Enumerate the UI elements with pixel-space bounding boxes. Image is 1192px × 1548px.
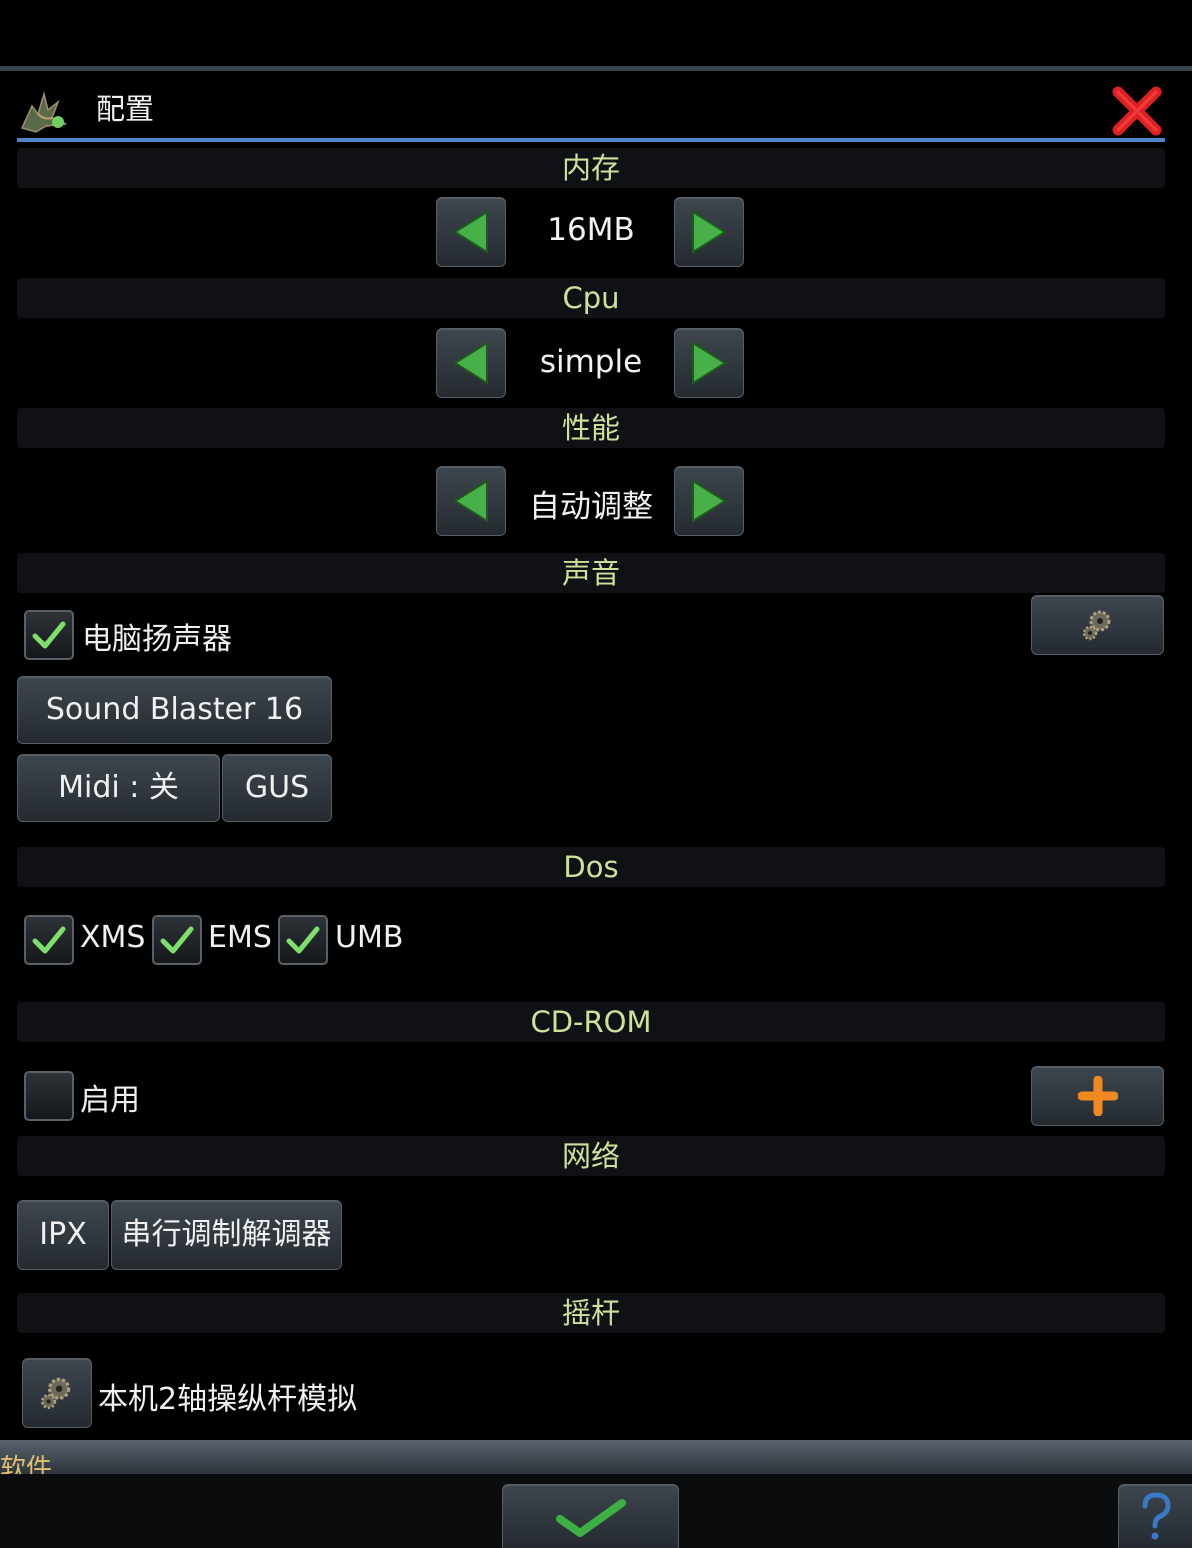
performance-increase-button[interactable] [674,466,744,536]
section-header-cpu: Cpu [17,278,1165,318]
section-header-performance: 性能 [17,408,1165,448]
ems-checkbox[interactable] [152,915,202,965]
title-underline [17,138,1165,142]
checkmark-icon [32,926,66,954]
arrow-right-icon [692,341,727,385]
software-tab-label[interactable]: 软件 [0,1448,52,1474]
plus-icon [1077,1076,1118,1116]
question-mark-icon [1142,1491,1171,1539]
close-icon[interactable] [1108,82,1166,140]
section-header-memory: 内存 [17,148,1165,188]
confirm-button[interactable] [502,1484,679,1548]
checkmark-icon [555,1498,626,1537]
cpu-decrease-button[interactable] [436,328,506,398]
arrow-left-icon [453,210,488,254]
memory-decrease-button[interactable] [436,197,506,267]
dialog-title: 配置 [96,92,155,126]
arrow-right-icon [692,479,727,523]
performance-value: 自动调整 [529,489,653,525]
top-divider [0,66,1192,71]
memory-increase-button[interactable] [674,197,744,267]
section-header-network: 网络 [17,1136,1165,1176]
cdrom-enable-label: 启用 [80,1083,140,1118]
cpu-increase-button[interactable] [674,328,744,398]
section-header-sound: 声音 [17,553,1165,593]
sound-blaster-button[interactable]: Sound Blaster 16 [17,676,332,744]
sound-settings-button[interactable] [1031,595,1164,655]
gus-button[interactable]: GUS [222,754,332,822]
section-header-joystick: 摇杆 [17,1293,1165,1333]
add-cdrom-button[interactable] [1031,1066,1164,1126]
xms-checkbox[interactable] [24,915,74,965]
checkmark-icon [160,926,194,954]
checkmark-icon [32,621,66,649]
cdrom-enable-checkbox[interactable] [24,1071,74,1121]
section-header-dos: Dos [17,847,1165,887]
dosbox-dragon-icon [20,91,67,133]
umb-checkbox[interactable] [278,915,328,965]
pc-speaker-checkbox[interactable] [24,610,74,660]
section-header-cdrom: CD-ROM [17,1002,1165,1042]
pc-speaker-label: 电脑扬声器 [82,622,232,657]
arrow-right-icon [692,210,727,254]
umb-label: UMB [335,920,404,955]
gear-icon [1082,610,1110,641]
modem-button[interactable]: 串行调制解调器 [111,1200,342,1270]
ipx-button[interactable]: IPX [17,1200,109,1270]
bottom-tab-bar [0,1440,1192,1474]
joystick-settings-button[interactable] [22,1358,92,1428]
cpu-value: simple [539,344,643,380]
xms-label: XMS [80,920,146,955]
gear-icon [40,1377,71,1410]
ems-label: EMS [208,920,272,955]
memory-value: 16MB [547,212,635,248]
help-button[interactable] [1118,1484,1192,1548]
arrow-left-icon [453,479,488,523]
performance-decrease-button[interactable] [436,466,506,536]
checkmark-icon [286,926,320,954]
arrow-left-icon [453,341,488,385]
joystick-label: 本机2轴操纵杆模拟 [98,1382,358,1417]
midi-button[interactable]: Midi : 关 [17,754,220,822]
